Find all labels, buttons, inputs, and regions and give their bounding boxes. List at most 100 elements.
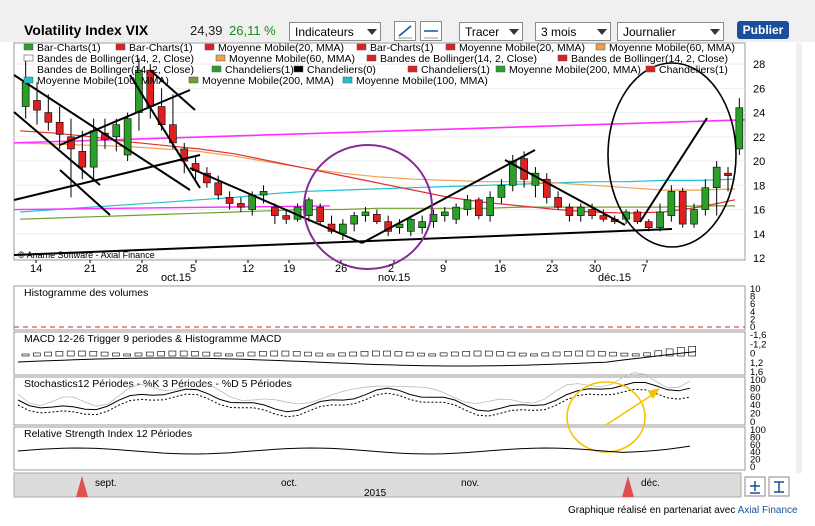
legend-swatch	[645, 65, 656, 73]
navigator-year-label: 2015	[364, 488, 387, 499]
chart-area[interactable]: 121416182022242628Bar-Charts(1) Bar-Chart…	[0, 0, 815, 526]
candle	[452, 206, 460, 220]
legend-swatch	[445, 43, 456, 51]
candle	[735, 107, 744, 150]
navigator-month-label: sept.	[95, 478, 117, 489]
macd-histogram-bar	[157, 351, 165, 357]
candle	[21, 81, 30, 107]
volume-panel-title: Histogramme des volumes	[24, 287, 148, 299]
macd-histogram-bar	[451, 351, 459, 357]
x-tick-label: 26	[335, 263, 347, 275]
x-tick-label: 23	[546, 263, 558, 275]
macd-histogram-bar	[179, 350, 188, 357]
candle	[339, 223, 347, 235]
legend-label: Moyenne Mobile(200, MMA)	[202, 75, 334, 87]
candle	[305, 199, 313, 216]
y-tick-label: 14	[753, 229, 765, 241]
candle	[361, 211, 370, 216]
macd-histogram-bar	[417, 352, 425, 357]
macd-histogram-bar	[439, 352, 448, 357]
candle	[463, 199, 472, 210]
y-tick-label: 100	[750, 375, 766, 386]
candle	[724, 172, 732, 176]
legend-swatch	[407, 65, 418, 73]
macd-histogram-bar	[677, 347, 685, 357]
candle	[112, 124, 121, 138]
macd-histogram-bar	[428, 353, 437, 357]
macd-histogram-bar	[507, 351, 516, 357]
candle	[497, 184, 506, 198]
candle	[656, 211, 664, 229]
y-tick-label: 10	[750, 284, 761, 295]
legend-swatch	[557, 54, 568, 62]
x-tick-label: 7	[641, 263, 647, 275]
legend-swatch	[23, 43, 34, 51]
macd-histogram-bar	[146, 351, 154, 357]
legend-label: Moyenne Mobile(100, MMA)	[356, 75, 488, 87]
candle	[576, 206, 585, 216]
macd-histogram-bar	[530, 353, 538, 357]
macd-histogram-bar	[247, 351, 256, 357]
legend-swatch	[204, 43, 215, 51]
candle	[259, 191, 268, 196]
legend-label: Moyenne Mobile(100, MMA)	[37, 75, 169, 87]
y-tick-label: 22	[753, 132, 765, 144]
y-tick-label: 28	[753, 59, 765, 71]
macd-histogram-bar	[315, 352, 324, 357]
watermark-text: © Aname Software - Axial Finance	[18, 250, 155, 260]
macd-histogram-bar	[304, 351, 312, 357]
x-tick-label: 9	[440, 263, 446, 275]
macd-histogram-bar	[597, 351, 606, 357]
macd-histogram-bar	[123, 353, 131, 357]
candle	[486, 197, 494, 216]
candle	[554, 197, 562, 208]
x-tick-label: 28	[136, 263, 148, 275]
candle	[599, 215, 608, 220]
candle	[44, 112, 53, 123]
candle	[667, 191, 676, 216]
macd-histogram-bar	[55, 351, 64, 357]
footer-brand-link[interactable]: Axial Finance	[738, 505, 798, 516]
macd-histogram-bar	[213, 352, 222, 357]
y-tick-label: 24	[753, 108, 765, 120]
x-month-label: déc.15	[598, 272, 631, 284]
scrollbar-track[interactable]	[796, 43, 802, 473]
macd-histogram-bar	[631, 353, 640, 357]
candle	[644, 221, 653, 229]
candle	[350, 215, 358, 225]
legend-swatch	[595, 43, 606, 51]
macd-histogram-bar	[78, 350, 86, 357]
macd-histogram-bar	[66, 350, 75, 357]
candle	[373, 214, 381, 222]
x-month-label: nov.15	[378, 272, 410, 284]
candle	[701, 187, 710, 210]
legend-swatch	[293, 65, 304, 73]
x-tick-label: 16	[494, 263, 506, 275]
macd-histogram-bar	[688, 345, 697, 357]
macd-histogram-bar	[21, 353, 30, 357]
macd-histogram-bar	[89, 351, 98, 357]
macd-histogram-bar	[202, 351, 211, 357]
y-tick-label: 100	[750, 425, 766, 436]
legend-swatch	[356, 43, 367, 51]
macd-panel-title: MACD 12-26 Trigger 9 periodes & Histogra…	[24, 333, 282, 345]
macd-histogram-bar	[575, 350, 584, 357]
legend-label: Chandeliers(1)	[659, 64, 728, 76]
y-tick-label: -1,6	[750, 330, 766, 341]
macd-histogram-bar	[32, 352, 41, 357]
candle	[316, 206, 324, 222]
legend-swatch	[211, 65, 222, 73]
macd-histogram-bar	[44, 351, 52, 357]
macd-histogram-bar	[225, 353, 233, 357]
macd-histogram-bar	[643, 352, 651, 357]
macd-histogram-bar	[292, 351, 301, 357]
macd-histogram-bar	[270, 350, 278, 357]
macd-histogram-bar	[168, 350, 177, 357]
macd-histogram-bar	[564, 351, 572, 357]
legend-swatch	[366, 54, 377, 62]
footer-credit: Graphique réalisé en partenariat avec Ax…	[568, 505, 798, 516]
macd-histogram-bar	[236, 352, 244, 357]
y-tick-label: 26	[753, 83, 765, 95]
macd-histogram-bar	[112, 352, 120, 357]
candle	[633, 211, 642, 222]
